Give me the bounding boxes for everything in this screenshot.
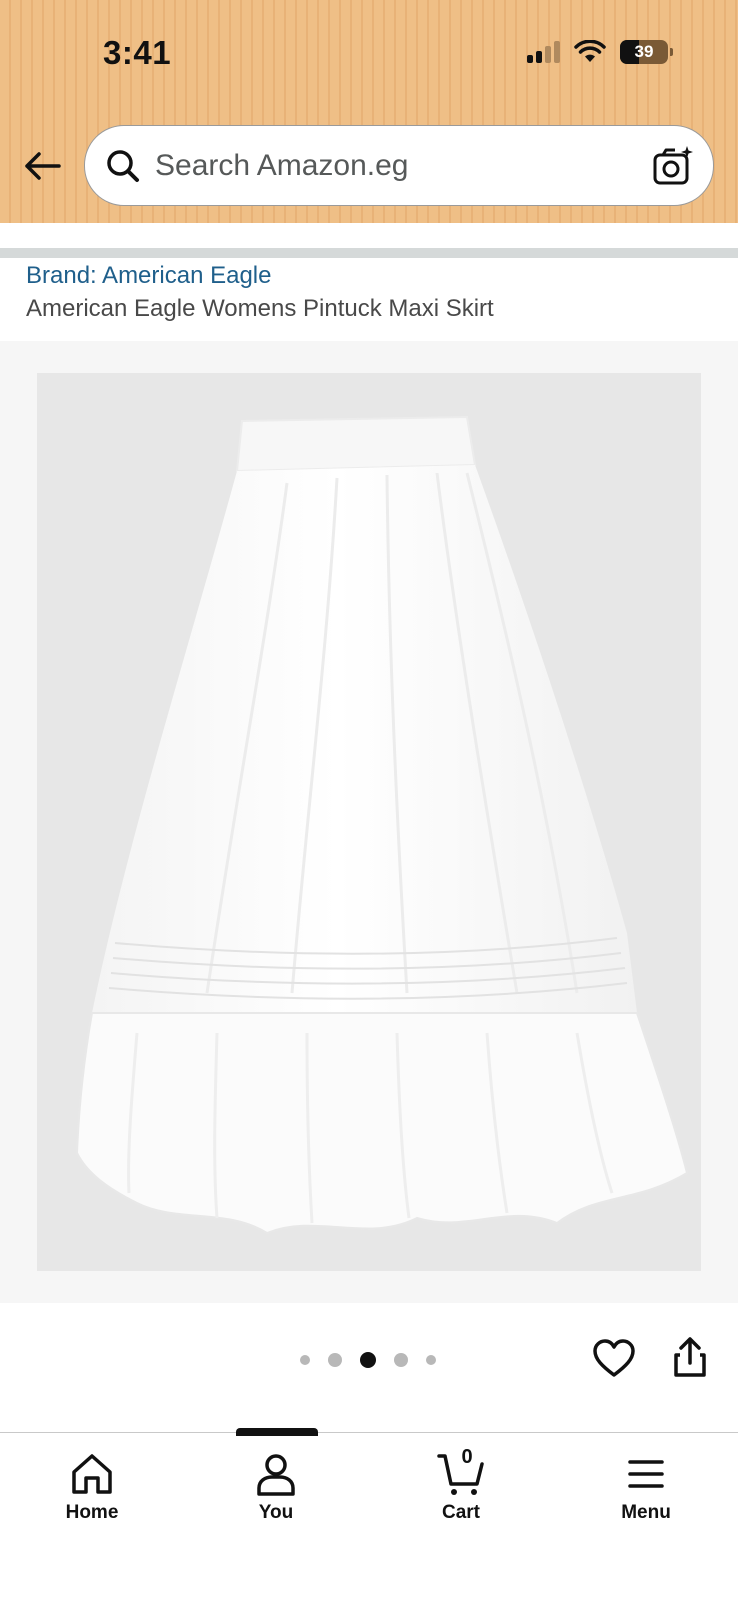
tab-cart[interactable]: 0 Cart: [401, 1446, 521, 1540]
carousel-dot[interactable]: [426, 1355, 436, 1365]
battery-level: 39: [634, 42, 654, 61]
wishlist-button[interactable]: [592, 1337, 636, 1381]
brand-link[interactable]: Brand: American Eagle: [26, 262, 271, 290]
tab-menu[interactable]: Menu: [586, 1450, 706, 1540]
camera-search-icon[interactable]: [651, 144, 695, 188]
status-icons: 39: [527, 40, 673, 64]
tab-you[interactable]: You: [216, 1450, 336, 1540]
search-icon: [107, 150, 139, 182]
search-bar[interactable]: [84, 125, 714, 206]
status-time: 3:41: [103, 34, 172, 71]
back-button[interactable]: [20, 144, 64, 188]
share-button[interactable]: [668, 1335, 712, 1379]
active-tab-indicator: [236, 1428, 318, 1436]
carousel-dot[interactable]: [394, 1353, 408, 1367]
home-icon: [72, 1454, 112, 1494]
carousel-dot[interactable]: [328, 1353, 342, 1367]
tab-home[interactable]: Home: [32, 1450, 152, 1540]
tab-label-you: You: [258, 1502, 294, 1523]
skirt-illustration: [75, 415, 689, 1235]
product-title: American Eagle Womens Pintuck Maxi Skirt: [26, 295, 494, 322]
image-carousel-dots: [300, 1352, 436, 1368]
tab-label-menu: Menu: [621, 1502, 671, 1523]
cart-icon-wrap: 0: [437, 1446, 485, 1498]
product-image[interactable]: [37, 373, 701, 1271]
tab-label-home: Home: [65, 1502, 119, 1523]
person-icon: [257, 1454, 295, 1496]
product-image-stage: [0, 341, 738, 1303]
wifi-icon: [574, 40, 606, 62]
battery-icon: 39: [620, 40, 673, 64]
section-divider: [0, 248, 738, 258]
cart-count: 0: [461, 1446, 473, 1468]
arrow-left-icon: [25, 152, 61, 180]
carousel-dot[interactable]: [300, 1355, 310, 1365]
carousel-dot-active[interactable]: [360, 1352, 376, 1368]
heart-icon: [593, 1339, 635, 1377]
cellular-signal-icon: [527, 41, 560, 63]
search-input[interactable]: [155, 144, 625, 188]
tab-label-cart: Cart: [441, 1502, 480, 1523]
share-icon: [674, 1337, 706, 1377]
menu-icon: [628, 1460, 664, 1488]
